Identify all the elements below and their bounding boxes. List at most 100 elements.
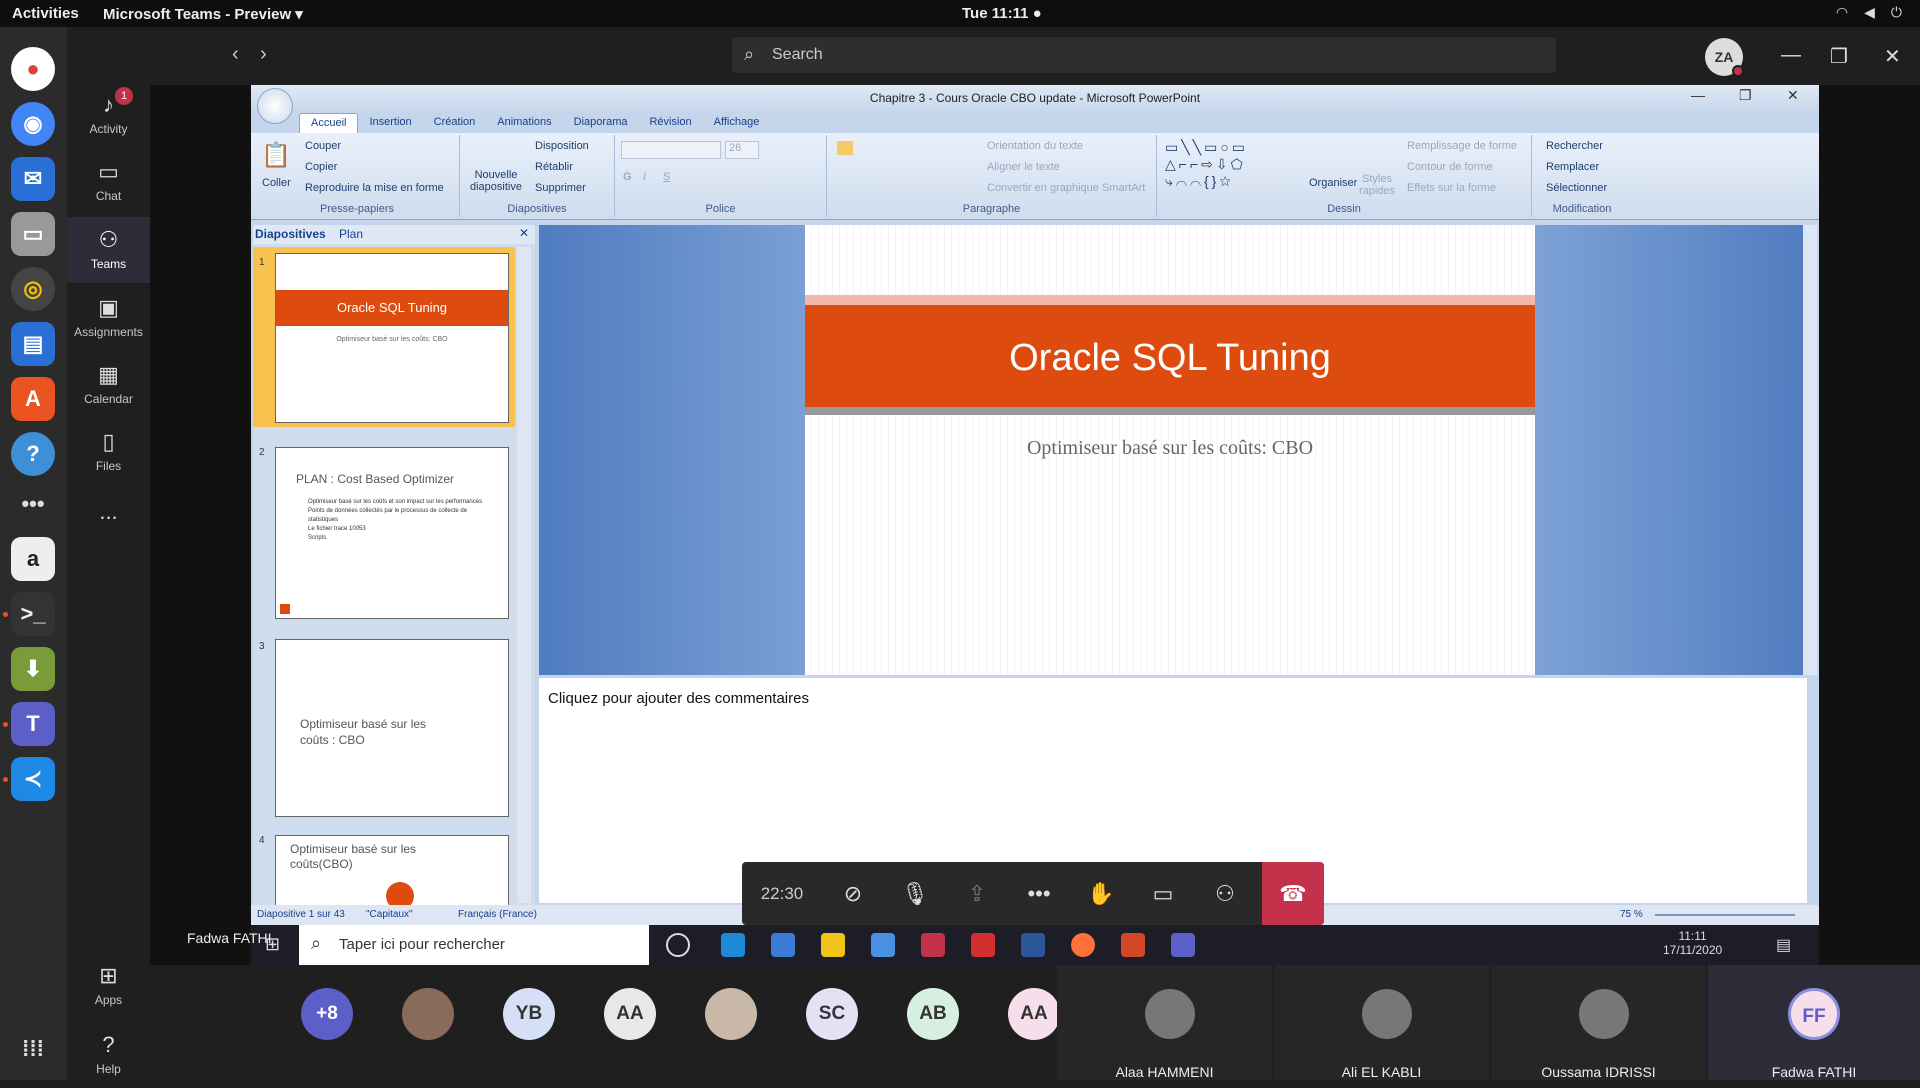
- restore-icon[interactable]: ❐: [1830, 44, 1848, 69]
- slide-thumbnail-3[interactable]: Optimiseur basé sur les coûts : CBO: [275, 639, 509, 817]
- minimize-icon[interactable]: —: [1781, 44, 1801, 67]
- chromium-icon[interactable]: ◉: [11, 102, 55, 146]
- participant-tile[interactable]: Alaa HAMMENI: [1057, 965, 1272, 1080]
- tab-diapositives[interactable]: Diapositives: [255, 227, 326, 241]
- tab-animations[interactable]: Animations: [486, 113, 562, 133]
- store-icon[interactable]: [771, 933, 795, 957]
- files-manager-icon[interactable]: ▭: [11, 212, 55, 256]
- slide-title[interactable]: Oracle SQL Tuning: [805, 337, 1535, 380]
- participant-avatar[interactable]: +8: [301, 988, 353, 1040]
- coller-button[interactable]: Coller: [262, 177, 291, 189]
- windows-search-input[interactable]: ⌕ Taper ici pour rechercher: [299, 925, 649, 965]
- font-name-select[interactable]: [621, 141, 721, 159]
- system-tray[interactable]: ◠ ◀ ⏻: [1836, 4, 1902, 21]
- tab-affichage[interactable]: Affichage: [703, 113, 771, 133]
- copier-button[interactable]: Copier: [305, 161, 337, 173]
- hang-up-button[interactable]: ☎: [1262, 862, 1324, 925]
- participant-avatar[interactable]: AB: [907, 988, 959, 1040]
- slide-thumbnail-1[interactable]: Oracle SQL Tuning Optimiseur basé sur le…: [275, 253, 509, 423]
- more-dots-icon[interactable]: •••: [11, 482, 55, 526]
- explorer-icon[interactable]: [821, 933, 845, 957]
- slide-thumbnail-4[interactable]: Optimiseur basé sur les coûts(CBO): [275, 835, 509, 910]
- terminal-icon[interactable]: >_: [11, 592, 55, 636]
- participant-avatar[interactable]: [402, 988, 454, 1040]
- activities-button[interactable]: Activities: [12, 5, 79, 22]
- retablir-button[interactable]: Rétablir: [535, 161, 573, 173]
- download-icon[interactable]: ⬇: [11, 647, 55, 691]
- raise-hand-icon[interactable]: ✋: [1070, 862, 1132, 925]
- vscode-icon[interactable]: ≺: [11, 757, 55, 801]
- show-apps-icon[interactable]: ⁞⁞⁞: [11, 1027, 55, 1071]
- couper-button[interactable]: Couper: [305, 140, 341, 152]
- disposition-button[interactable]: Disposition: [535, 140, 589, 152]
- teams-app-icon[interactable]: T: [11, 702, 55, 746]
- teams-taskbar-icon[interactable]: [1171, 933, 1195, 957]
- remplacer-button[interactable]: Remplacer: [1546, 161, 1599, 173]
- rail-apps[interactable]: ⊞ Apps: [67, 953, 150, 1019]
- amazon-icon[interactable]: a: [11, 537, 55, 581]
- rechercher-button[interactable]: Rechercher: [1546, 140, 1603, 152]
- rail-teams[interactable]: ⚇ Teams: [67, 217, 150, 283]
- participant-avatar[interactable]: YB: [503, 988, 555, 1040]
- tab-creation[interactable]: Création: [423, 113, 487, 133]
- close-icon[interactable]: ✕: [1884, 44, 1901, 69]
- back-icon[interactable]: ‹: [232, 43, 239, 66]
- current-slide[interactable]: Oracle SQL Tuning Optimiseur basé sur le…: [805, 225, 1535, 675]
- rail-calendar[interactable]: ▦ Calendar: [67, 352, 150, 418]
- forward-icon[interactable]: ›: [260, 43, 267, 66]
- edge-icon[interactable]: [721, 933, 745, 957]
- app-icon[interactable]: [921, 933, 945, 957]
- more-actions-icon[interactable]: •••: [1008, 862, 1070, 925]
- underline-button[interactable]: S: [663, 171, 670, 183]
- rail-more[interactable]: ...: [67, 489, 150, 555]
- mic-off-icon[interactable]: 🎙: [884, 862, 946, 925]
- mail-icon[interactable]: [871, 933, 895, 957]
- tab-accueil[interactable]: Accueil: [299, 113, 359, 133]
- tab-plan[interactable]: Plan: [339, 227, 363, 241]
- participant-avatar[interactable]: [705, 988, 757, 1040]
- firefox-icon[interactable]: [1071, 933, 1095, 957]
- acrobat-icon[interactable]: [971, 933, 995, 957]
- tab-insertion[interactable]: Insertion: [358, 113, 422, 133]
- software-icon[interactable]: A: [11, 377, 55, 421]
- pane-close-icon[interactable]: ✕: [519, 226, 529, 240]
- share-icon[interactable]: ⇪: [946, 862, 1008, 925]
- ppt-restore-icon[interactable]: ❐: [1739, 87, 1752, 104]
- rail-help[interactable]: ? Help: [67, 1022, 150, 1088]
- reproduire-button[interactable]: Reproduire la mise en forme: [305, 182, 444, 194]
- rail-assignments[interactable]: ▣ Assignments: [67, 285, 150, 351]
- notification-icon[interactable]: ▤: [1776, 935, 1791, 955]
- participant-avatar[interactable]: SC: [806, 988, 858, 1040]
- ppt-close-icon[interactable]: ✕: [1787, 87, 1799, 104]
- office-button[interactable]: [257, 88, 293, 124]
- effets-button[interactable]: Effets sur la forme: [1407, 182, 1496, 194]
- slides-scrollbar[interactable]: [517, 247, 531, 903]
- help-app-icon[interactable]: ?: [11, 432, 55, 476]
- organiser-button[interactable]: Organiser: [1309, 177, 1357, 189]
- thunderbird-icon[interactable]: ✉: [11, 157, 55, 201]
- profile-avatar[interactable]: ZA: [1705, 38, 1744, 77]
- tab-revision[interactable]: Révision: [638, 113, 702, 133]
- remplissage-button[interactable]: Remplissage de forme: [1407, 140, 1517, 152]
- smartart-button[interactable]: Convertir en graphique SmartArt: [987, 182, 1145, 194]
- tab-diaporama[interactable]: Diaporama: [563, 113, 639, 133]
- selectionner-button[interactable]: Sélectionner: [1546, 182, 1607, 194]
- participants-icon[interactable]: ⚇: [1194, 862, 1256, 925]
- slide-subtitle[interactable]: Optimiseur basé sur les coûts: CBO: [805, 437, 1535, 460]
- zoom-slider[interactable]: [1655, 914, 1795, 916]
- word-icon[interactable]: [1021, 933, 1045, 957]
- powerpoint-icon[interactable]: [1121, 933, 1145, 957]
- slide-thumbnail-2[interactable]: PLAN : Cost Based Optimizer Optimiseur b…: [275, 447, 509, 619]
- shapes-gallery[interactable]: ▭╲╲▭○▭ △⌐⌐⇨⇩⬠ ⤷⌒⌒{}☆: [1165, 139, 1248, 190]
- system-clock[interactable]: Tue 11:11 ●: [962, 5, 1042, 22]
- rail-files[interactable]: ▯ Files: [67, 419, 150, 485]
- ppt-minimize-icon[interactable]: —: [1691, 87, 1705, 103]
- rail-activity[interactable]: ♪ Activity 1: [67, 82, 150, 148]
- bold-button[interactable]: G: [623, 171, 632, 183]
- cortana-icon[interactable]: [666, 933, 690, 957]
- taskbar-clock[interactable]: 11:11 17/11/2020: [1663, 929, 1722, 957]
- editor-scrollbar[interactable]: [1803, 225, 1817, 675]
- participant-tile[interactable]: Ali EL KABLI: [1274, 965, 1489, 1080]
- participant-avatar[interactable]: AA: [1008, 988, 1060, 1040]
- language[interactable]: Français (France): [458, 909, 537, 920]
